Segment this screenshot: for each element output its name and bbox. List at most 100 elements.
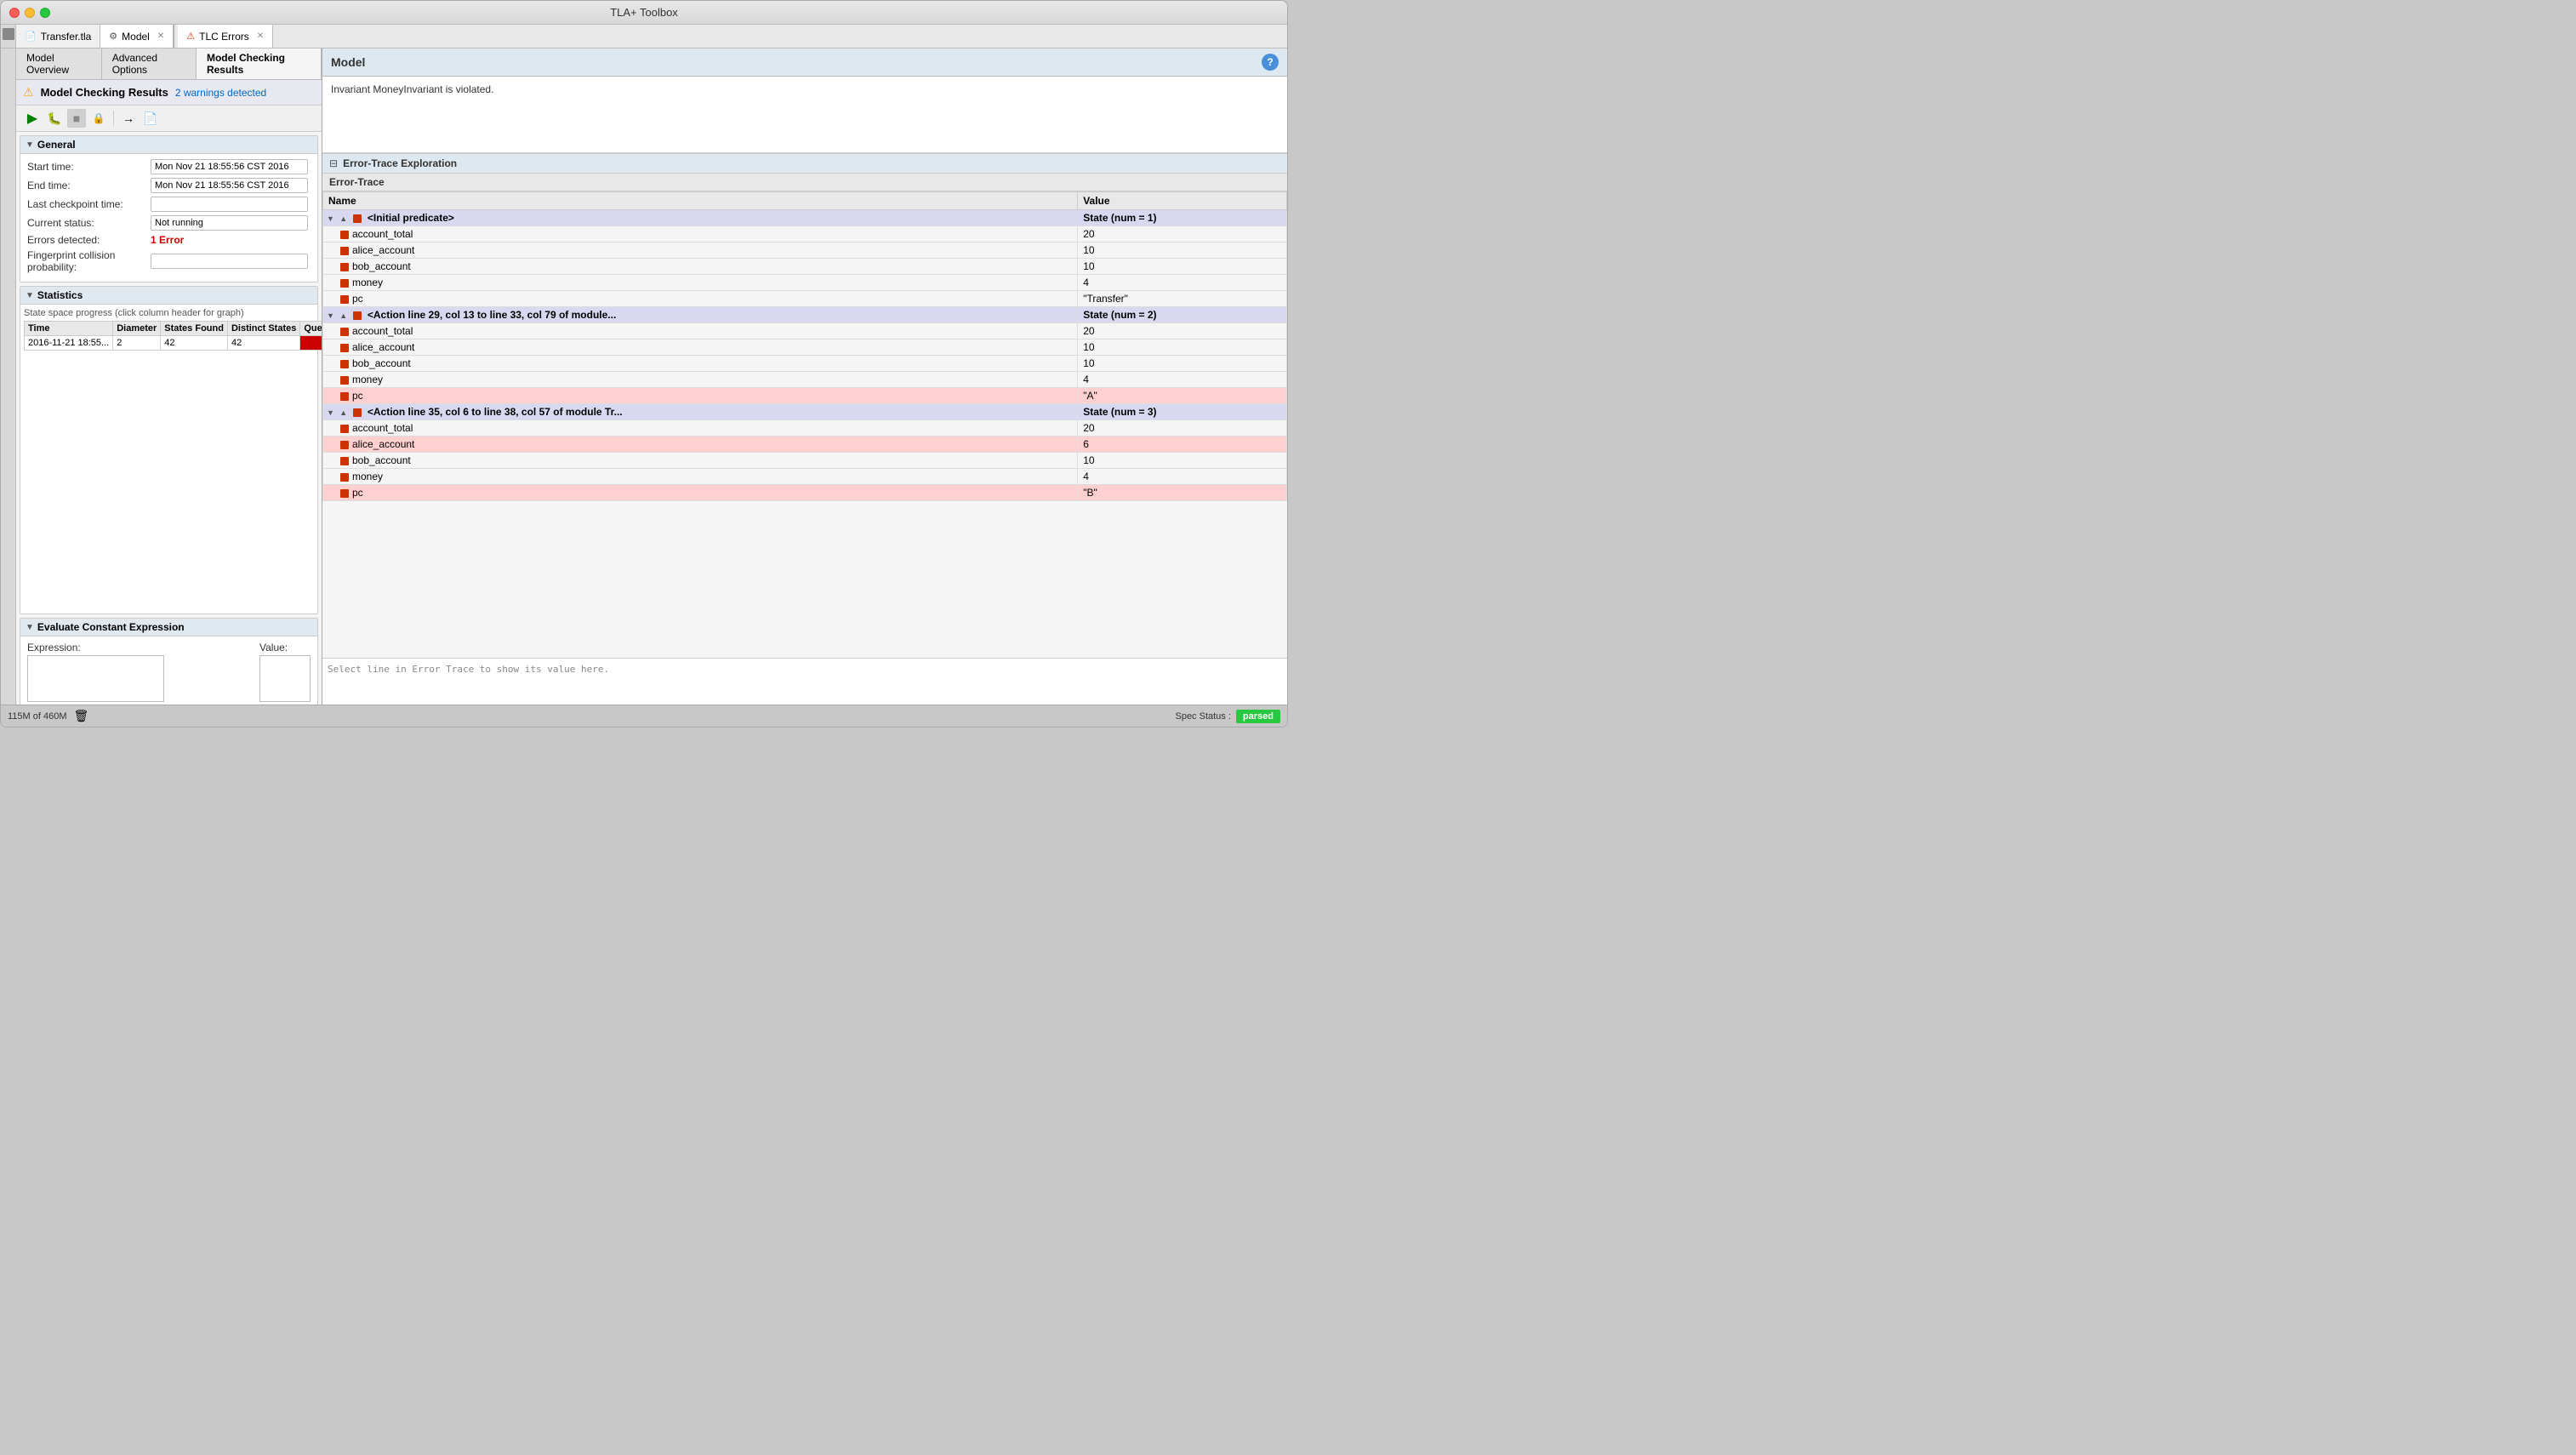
checkpoint-value[interactable] [151,197,308,212]
tab-tlc-errors[interactable]: ⚠ TLC Errors ✕ [178,25,273,48]
statistics-body: State space progress (click column heade… [20,305,317,613]
col-distinct-states[interactable]: Distinct States [227,322,299,336]
tab-transfer[interactable]: 📄 Transfer.tla [16,25,100,48]
statistics-title: Statistics [37,289,83,301]
table-row[interactable]: alice_account 10 [323,242,1287,259]
evaluate-section: ▼ Evaluate Constant Expression Expressio… [20,618,318,705]
table-row[interactable]: bob_account 10 [323,356,1287,372]
arrow-button[interactable]: → [119,109,138,128]
table-row[interactable]: ▼ ▲ <Initial predicate> State (num = 1) [323,210,1287,226]
general-section: ▼ General Start time: End time: [20,135,318,282]
general-header[interactable]: ▼ General [20,136,317,154]
var-name-9: pc [323,388,1078,404]
statistics-header[interactable]: ▼ Statistics [20,287,317,305]
debug-button[interactable]: 🐛 [45,109,64,128]
left-panel-body: ⚠ Model Checking Results 2 warnings dete… [16,80,322,705]
start-time-label: Start time: [27,161,151,173]
spec-status-label: Spec Status : [1175,711,1230,722]
start-time-value[interactable] [151,159,308,174]
right-panel-title: Model [331,55,365,69]
expr-label: Expression: [27,642,253,653]
table-row[interactable]: pc "B" [323,485,1287,501]
var-name-5: account_total [323,323,1078,340]
maximize-button[interactable] [40,8,50,18]
table-row[interactable]: money 4 [323,372,1287,388]
table-row[interactable]: ▼ ▲ <Action line 29, col 13 to line 33, … [323,307,1287,323]
error-trace-label: Error-Trace [322,174,1287,191]
end-time-value[interactable] [151,178,308,193]
warnings-link[interactable]: 2 warnings detected [175,87,266,99]
var-name-12: bob_account [323,453,1078,469]
left-panel: Model Overview Advanced Options Model Ch… [16,48,322,705]
minimize-button[interactable] [25,8,35,18]
state-header-name-2: ▼ ▲ <Action line 35, col 6 to line 38, c… [323,404,1078,420]
table-row[interactable]: account_total 20 [323,226,1287,242]
col-diameter[interactable]: Diameter [113,322,161,336]
error-trace-exploration-title: Error-Trace Exploration [343,157,457,169]
table-row[interactable]: bob_account 10 [323,453,1287,469]
section-title: Model Checking Results [41,86,168,99]
tab-model[interactable]: ⚙ Model ✕ [100,25,174,48]
eval-value-container: Value: [259,642,311,705]
tlc-errors-icon: ⚠ [186,31,195,42]
warning-icon: ⚠ [23,85,34,100]
stop-button[interactable]: ■ [67,109,86,128]
col-queue-size[interactable]: Queue Size [300,322,322,336]
var-value-8: 4 [1078,372,1287,388]
var-value-5: 20 [1078,323,1287,340]
cell-queue-size: 18 [300,336,322,351]
fingerprint-value[interactable] [151,254,308,269]
tab-tlc-errors-close[interactable]: ✕ [257,31,264,41]
table-row[interactable]: money 4 [323,275,1287,291]
run-button[interactable]: ▶ [23,109,42,128]
value-output [259,655,311,702]
table-row[interactable]: alice_account 6 [323,436,1287,453]
cell-distinct-states: 42 [227,336,299,351]
table-row[interactable]: money 4 [323,469,1287,485]
table-row[interactable]: ▼ ▲ <Action line 35, col 6 to line 38, c… [323,404,1287,420]
spec-status-badge: parsed [1236,710,1280,723]
table-row[interactable]: bob_account 10 [323,259,1287,275]
var-name-6: alice_account [323,340,1078,356]
doc-button[interactable]: 📄 [141,109,160,128]
col-states-found[interactable]: States Found [161,322,228,336]
table-row[interactable]: pc "Transfer" [323,291,1287,307]
table-row[interactable]: account_total 20 [323,323,1287,340]
tab-tlc-errors-label: TLC Errors [199,31,249,43]
trash-icon[interactable]: 🗑 [74,709,89,723]
var-value-0: 20 [1078,226,1287,242]
var-name-14: pc [323,485,1078,501]
title-bar: TLA+ Toolbox [1,1,1287,25]
col-time[interactable]: Time [25,322,113,336]
close-button[interactable] [9,8,20,18]
transfer-icon: 📄 [25,31,37,42]
tab-advanced-options[interactable]: Advanced Options [102,48,197,79]
right-panel: Model ? Invariant MoneyInvariant is viol… [322,48,1287,705]
lock-button[interactable]: 🔒 [89,109,108,128]
tab-model-close[interactable]: ✕ [157,31,164,41]
var-value-10: 20 [1078,420,1287,436]
traffic-lights [9,8,50,18]
tab-model-label: Model [122,31,150,43]
table-row[interactable]: alice_account 10 [323,340,1287,356]
help-button[interactable]: ? [1262,54,1279,71]
checkpoint-label: Last checkpoint time: [27,198,151,210]
status-label: Current status: [27,217,151,229]
start-time-row: Start time: [27,159,311,174]
expression-input[interactable] [27,655,164,702]
var-value-11: 6 [1078,436,1287,453]
tab-model-checking-results[interactable]: Model Checking Results [197,48,322,79]
evaluate-header[interactable]: ▼ Evaluate Constant Expression [20,619,317,636]
stats-left: Time Diameter States Found Distinct Stat… [24,321,322,610]
table-row[interactable]: account_total 20 [323,420,1287,436]
status-value[interactable] [151,215,308,231]
table-row[interactable]: pc "A" [323,388,1287,404]
select-hint: Select line in Error Trace to show its v… [322,658,1287,705]
error-link[interactable]: 1 Error [151,234,184,246]
var-value-13: 4 [1078,469,1287,485]
sidebar-toggle[interactable] [3,28,14,40]
var-name-10: account_total [323,420,1078,436]
expand-icon[interactable]: ⊟ [329,157,338,169]
tab-model-overview[interactable]: Model Overview [16,48,102,79]
status-row: Current status: [27,215,311,231]
